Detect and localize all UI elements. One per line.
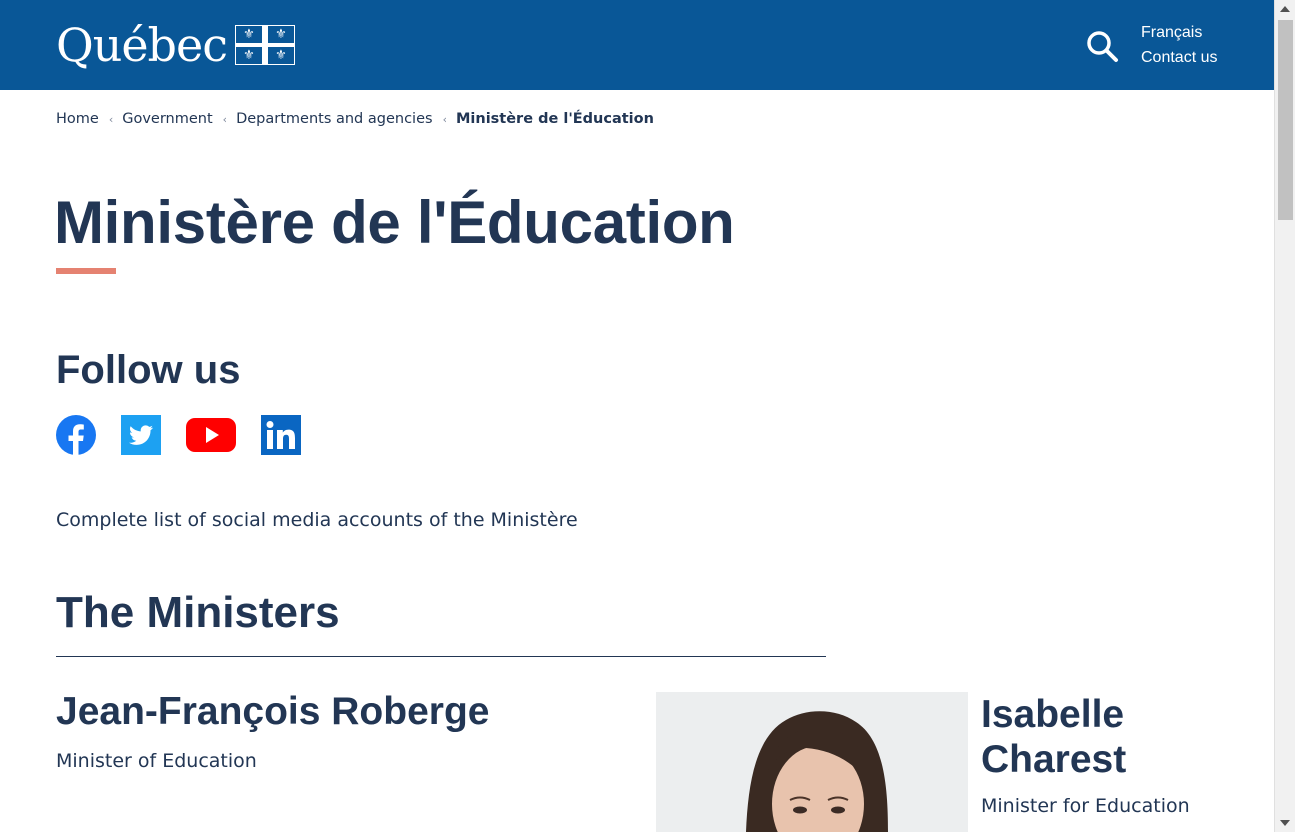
quebec-logo[interactable]: Québec ⚜ ⚜ ⚜ ⚜ (56, 18, 295, 72)
logo-text: Québec (56, 18, 228, 72)
youtube-link[interactable] (186, 415, 236, 455)
facebook-icon (56, 415, 96, 455)
section-divider (56, 656, 826, 657)
scroll-thumb[interactable] (1278, 20, 1293, 220)
facebook-link[interactable] (56, 415, 96, 455)
scrollbar[interactable] (1274, 0, 1295, 832)
fleur-de-lis-flag-icon: ⚜ ⚜ ⚜ ⚜ (235, 25, 295, 65)
minister-name: Isabelle Charest (981, 693, 1127, 781)
minister-role: Minister of Education (56, 750, 257, 772)
youtube-icon (186, 418, 236, 452)
chevron-left-icon: ‹ (442, 112, 447, 126)
twitter-icon (121, 415, 161, 455)
contact-link[interactable]: Contact us (1141, 49, 1217, 67)
linkedin-icon (261, 415, 301, 455)
scroll-down-arrow-icon[interactable] (1280, 820, 1290, 826)
site-header: Québec ⚜ ⚜ ⚜ ⚜ Français Contact us (0, 0, 1274, 90)
search-icon (1087, 31, 1118, 62)
ministers-heading: The Ministers (56, 588, 340, 637)
search-button[interactable] (1084, 28, 1120, 64)
minister-name: Jean-François Roberge (56, 690, 490, 733)
language-link[interactable]: Français (1141, 24, 1202, 42)
minister-photo (656, 692, 968, 832)
breadcrumb-departments[interactable]: Departments and agencies (236, 111, 432, 127)
twitter-link[interactable] (121, 415, 161, 455)
breadcrumb-government[interactable]: Government (122, 111, 212, 127)
minister-role: Minister for Education (981, 795, 1190, 817)
chevron-left-icon: ‹ (222, 112, 228, 126)
breadcrumb-current: Ministère de l'Éducation (455, 111, 654, 127)
scroll-up-arrow-icon[interactable] (1280, 6, 1290, 12)
page-title: Ministère de l'Éducation (54, 189, 735, 256)
title-accent-bar (56, 268, 116, 274)
chevron-left-icon: ‹ (108, 112, 114, 126)
follow-us-heading: Follow us (56, 348, 241, 392)
linkedin-link[interactable] (261, 415, 301, 455)
social-media-list-link[interactable]: Complete list of social media accounts o… (56, 509, 578, 531)
breadcrumb-home[interactable]: Home (56, 111, 99, 127)
breadcrumb: Home ‹ Government ‹ Departments and agen… (56, 111, 654, 127)
